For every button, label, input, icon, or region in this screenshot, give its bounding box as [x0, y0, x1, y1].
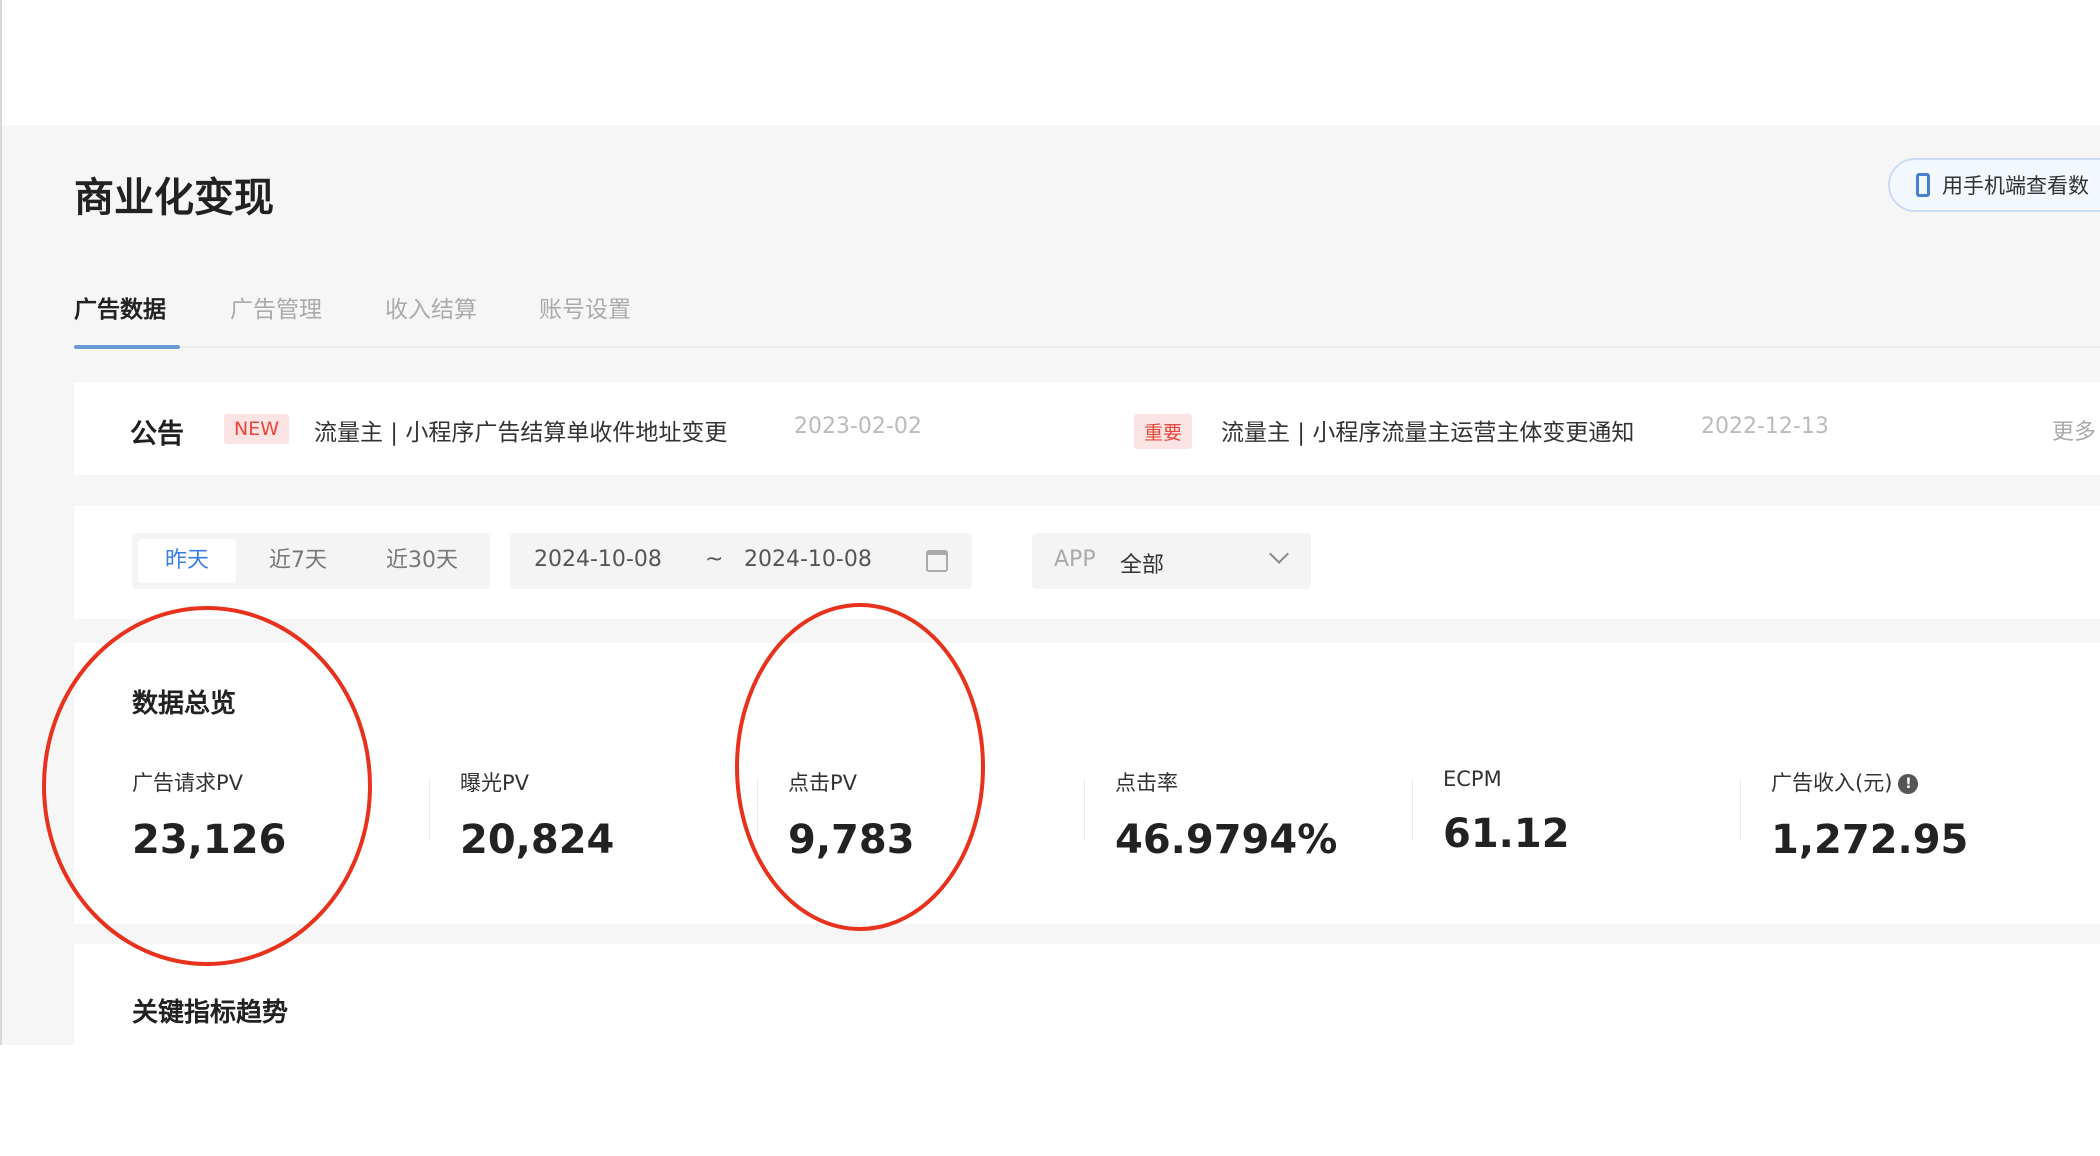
stat-value: 23,126	[132, 817, 287, 863]
stat-value: 20,824	[460, 817, 615, 863]
mobile-view-button[interactable]: 用手机端查看数	[1888, 158, 2100, 212]
stat-divider	[1740, 778, 1741, 840]
tab-ad-data[interactable]: 广告数据	[74, 290, 166, 324]
chevron-down-icon	[1269, 544, 1289, 564]
stat-value: 61.12	[1443, 811, 1570, 857]
stat-clicks: 点击PV 9,783	[788, 767, 915, 863]
range-30-days[interactable]: 近30天	[360, 539, 484, 583]
stat-divider	[1084, 778, 1085, 840]
info-icon[interactable]: !	[1898, 774, 1919, 794]
mobile-view-label: 用手机端查看数	[1942, 174, 2089, 198]
stat-divider	[1412, 778, 1413, 840]
filter-card: 昨天 近7天 近30天 2024-10-08 ~ 2024-10-08 APP …	[74, 506, 2100, 619]
stat-value: 46.9794%	[1115, 817, 1338, 863]
new-tag: NEW	[224, 414, 290, 444]
range-7-days[interactable]: 近7天	[246, 539, 350, 583]
more-link[interactable]: 更多	[2052, 414, 2096, 446]
app-select-value: 全部	[1120, 553, 1165, 578]
stat-divider	[429, 778, 430, 840]
stat-ad-revenue: 广告收入(元)! 1,272.95	[1771, 767, 1968, 863]
stat-label: 广告请求PV	[132, 771, 244, 795]
main-content: 商业化变现 用手机端查看数 广告数据 广告管理 收入结算 账号设置 公告 NEW…	[2, 125, 2100, 1045]
stat-label: 点击PV	[788, 771, 858, 795]
active-tab-indicator	[74, 345, 180, 349]
end-date[interactable]: 2024-10-08	[744, 547, 872, 572]
date-range-segmented: 昨天 近7天 近30天	[132, 533, 490, 589]
overview-card: 数据总览 广告请求PV 23,126 曝光PV 20,824 点击PV 9,78…	[74, 643, 2100, 924]
stat-label: ECPM	[1443, 767, 1502, 791]
important-tag: 重要	[1134, 414, 1193, 449]
trend-card: 关键指标趋势	[74, 944, 2100, 1045]
app-select-label: APP	[1054, 547, 1096, 572]
date-separator: ~	[705, 547, 724, 572]
announcement-date: 2022-12-13	[1701, 414, 1829, 439]
stat-ecpm: ECPM 61.12	[1443, 767, 1570, 857]
tab-divider	[74, 346, 2100, 348]
stat-value: 1,272.95	[1771, 817, 1969, 863]
stat-divider	[757, 778, 758, 840]
announcement-date: 2023-02-02	[794, 414, 922, 439]
stat-label: 点击率	[1115, 771, 1178, 795]
stat-ctr: 点击率 46.9794%	[1115, 767, 1337, 863]
page-title: 商业化变现	[74, 175, 274, 221]
stat-impressions: 曝光PV 20,824	[460, 767, 614, 863]
announcement-card: 公告 NEW 流量主 | 小程序广告结算单收件地址变更 2023-02-02 重…	[74, 382, 2100, 475]
stat-value: 9,783	[788, 817, 915, 863]
overview-title: 数据总览	[132, 689, 237, 719]
announcement-link[interactable]: 流量主 | 小程序流量主运营主体变更通知	[1221, 413, 1634, 447]
announcement-link[interactable]: 流量主 | 小程序广告结算单收件地址变更	[314, 413, 727, 447]
announcement-title: 公告	[130, 419, 184, 450]
tab-income-settlement[interactable]: 收入结算	[385, 290, 477, 324]
date-range-picker[interactable]: 2024-10-08 ~ 2024-10-08	[510, 533, 972, 589]
stat-ad-requests: 广告请求PV 23,126	[132, 767, 286, 863]
phone-icon	[1916, 173, 1930, 197]
trend-title: 关键指标趋势	[132, 998, 289, 1028]
stat-label-text: 广告收入(元)	[1771, 771, 1893, 795]
stat-label: 曝光PV	[460, 771, 530, 795]
app-select[interactable]: APP 全部	[1032, 533, 1311, 589]
start-date[interactable]: 2024-10-08	[534, 547, 662, 572]
range-yesterday[interactable]: 昨天	[138, 539, 236, 583]
tab-account-settings[interactable]: 账号设置	[539, 290, 631, 324]
calendar-icon[interactable]	[926, 550, 948, 572]
stat-label: 广告收入(元)!	[1771, 767, 1968, 797]
tab-ad-management[interactable]: 广告管理	[230, 290, 322, 324]
